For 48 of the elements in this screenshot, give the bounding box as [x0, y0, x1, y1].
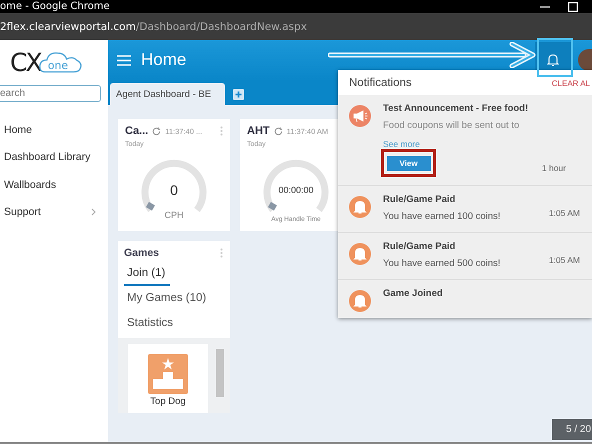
notification-text: You have earned 500 coins!	[383, 258, 500, 269]
window-title: ome - Google Chrome	[0, 1, 110, 12]
panel-title: Notifications	[349, 76, 412, 88]
bell-icon	[349, 290, 371, 312]
page-title: Home	[141, 50, 186, 70]
widget-title: Ca...	[125, 125, 148, 137]
notification-title: Test Announcement - Free food!	[383, 103, 530, 114]
refresh-icon[interactable]	[274, 126, 283, 136]
dashboard-tab[interactable]: Agent Dashboard - BE	[110, 83, 225, 105]
cxone-logo: CX one	[10, 47, 82, 77]
gauge-value: 00:00:00	[278, 185, 314, 195]
menu-icon[interactable]	[117, 54, 131, 66]
notification-title: Rule/Game Paid	[383, 241, 456, 252]
widget-title: AHT	[247, 125, 270, 137]
page-counter: 5 / 20	[552, 419, 592, 440]
notification-title: Rule/Game Paid	[383, 194, 456, 205]
megaphone-icon	[349, 105, 371, 127]
refresh-icon[interactable]	[152, 126, 162, 136]
bell-icon	[547, 53, 559, 67]
highlight-frame	[537, 38, 573, 77]
add-tab-icon[interactable]	[233, 89, 244, 100]
clear-all-button[interactable]: CLEAR AL	[552, 79, 590, 88]
notification-text: Food coupons will be sent out to	[383, 120, 520, 131]
view-button[interactable]: View	[386, 156, 430, 170]
notification-title: Game Joined	[383, 288, 444, 299]
search-field[interactable]: earch	[0, 85, 101, 102]
sidebar-item[interactable]: Dashboard Library	[0, 144, 108, 171]
widget-title: Games	[124, 247, 160, 259]
notification-text: You have earned 100 coins!	[383, 211, 500, 222]
sidebar-item[interactable]: Home	[0, 116, 108, 144]
bell-icon	[349, 196, 371, 218]
maximize-icon[interactable]	[568, 2, 578, 12]
notification-time: 1:05 AM	[548, 255, 580, 265]
bell-icon	[349, 243, 371, 265]
avatar-silhouette[interactable]	[578, 49, 592, 71]
sidebar-item[interactable]: Support	[0, 198, 108, 226]
notification-time: 1 hour	[542, 163, 566, 173]
game-card[interactable]: Top Dog	[128, 344, 208, 413]
gauge-drawing	[263, 158, 329, 214]
games-tab[interactable]: My Games (10)	[118, 286, 230, 311]
sidebar-item[interactable]: Wallboards	[0, 171, 108, 198]
gauge-value: 0	[170, 182, 178, 198]
notification-time: 1:05 AM	[548, 208, 580, 218]
podium-icon	[148, 354, 188, 394]
scrollbar[interactable]	[216, 349, 224, 397]
games-tab[interactable]: Statistics	[118, 311, 230, 336]
games-tab[interactable]: Join (1)	[124, 261, 170, 286]
gauge-caption: CPH	[163, 210, 184, 220]
